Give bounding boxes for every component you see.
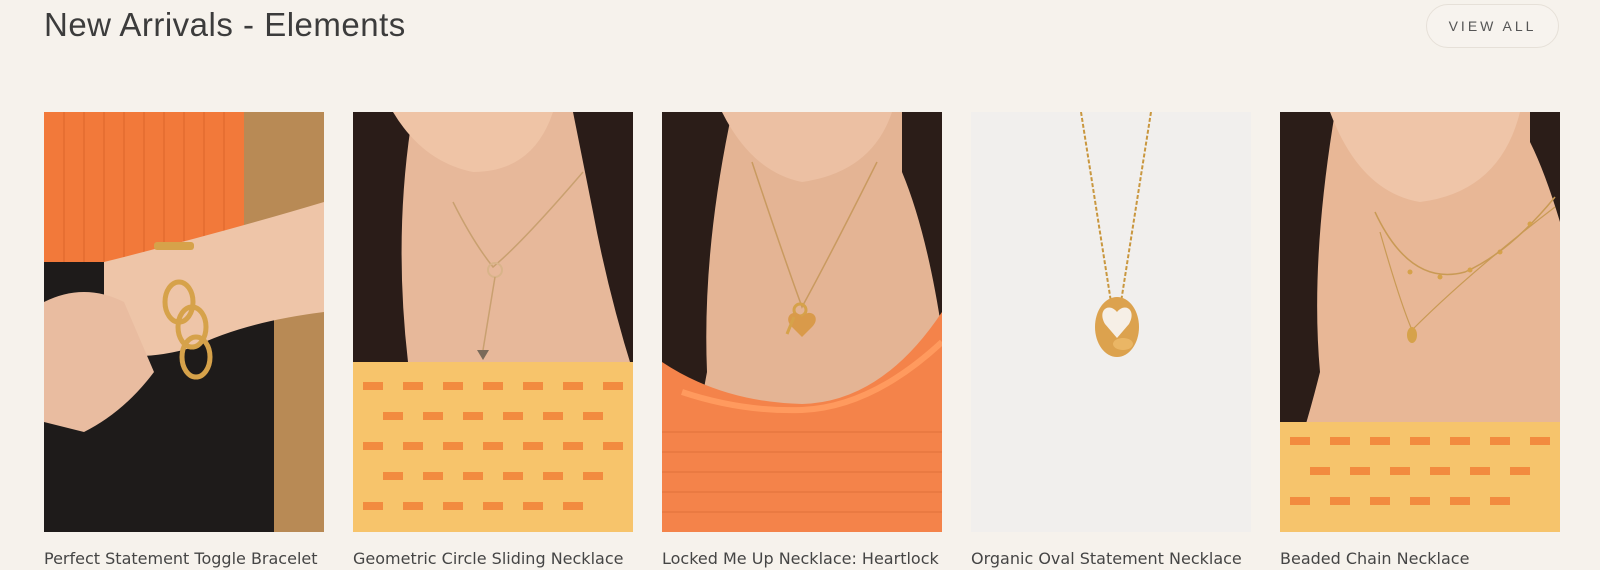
product-card[interactable]: Perfect Statement Toggle Bracelet bbox=[44, 112, 324, 568]
section-title: New Arrivals - Elements bbox=[44, 6, 406, 43]
product-title[interactable]: Organic Oval Statement Necklace bbox=[971, 549, 1251, 568]
view-all-button[interactable]: VIEW ALL bbox=[1426, 4, 1559, 48]
product-title[interactable]: Geometric Circle Sliding Necklace bbox=[353, 549, 633, 568]
product-image[interactable] bbox=[1280, 112, 1560, 532]
product-card[interactable]: Beaded Chain Necklace bbox=[1280, 112, 1560, 568]
heartlock-necklace-photo bbox=[662, 112, 942, 532]
product-card[interactable]: Organic Oval Statement Necklace bbox=[971, 112, 1251, 568]
product-image[interactable] bbox=[971, 112, 1251, 532]
product-grid: Perfect Statement Toggle Bracelet Geomet… bbox=[44, 112, 1560, 568]
product-card[interactable]: Geometric Circle Sliding Necklace bbox=[353, 112, 633, 568]
product-image[interactable] bbox=[353, 112, 633, 532]
product-title[interactable]: Beaded Chain Necklace bbox=[1280, 549, 1560, 568]
lariat-necklace-photo bbox=[353, 112, 633, 532]
product-title[interactable]: Locked Me Up Necklace: Heartlock bbox=[662, 549, 942, 568]
oval-pendant-photo bbox=[971, 112, 1251, 532]
product-card[interactable]: Locked Me Up Necklace: Heartlock bbox=[662, 112, 942, 568]
product-title[interactable]: Perfect Statement Toggle Bracelet bbox=[44, 549, 324, 568]
bracelet-photo bbox=[44, 112, 324, 532]
product-image[interactable] bbox=[44, 112, 324, 532]
product-image[interactable] bbox=[662, 112, 942, 532]
layered-chain-photo bbox=[1280, 112, 1560, 532]
